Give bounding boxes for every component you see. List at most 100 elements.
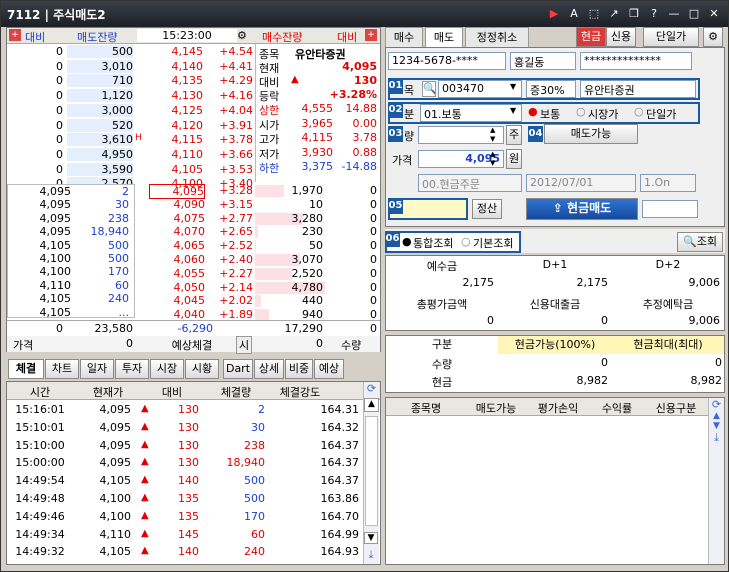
bid-price[interactable]: 4,060 [149,253,206,266]
tick-price: 4,100 [99,509,132,523]
bid-price[interactable]: 4,045 [149,294,206,307]
expand-left-icon[interactable]: + [9,29,21,41]
password-field[interactable]: ************** [580,52,692,70]
tab-7[interactable]: 상세 [254,359,284,379]
tick-qty: 60 [251,527,265,541]
tab-modify-cancel[interactable]: 정정취소 [465,27,529,49]
order-type-select[interactable]: 01.보통 [420,104,522,122]
tab-3[interactable]: 투자 [115,359,149,379]
ask-diff: 0 [56,103,63,117]
bid-diff: 0 [370,266,377,280]
close-icon[interactable]: ✕ [706,6,722,21]
tab-5[interactable]: 시황 [185,359,219,379]
refresh-icon[interactable]: ⟳ [364,382,379,398]
credit-toggle[interactable]: 신용 [606,27,636,47]
trade-price: 4,095 [39,185,72,198]
restore-icon[interactable]: ❐ [626,6,642,21]
scroll-down-icon[interactable]: ▼ [709,421,724,431]
tool-icon[interactable]: ⚙ [237,29,252,42]
minimize-icon[interactable]: — [666,6,682,21]
scroll-up-icon[interactable]: ▲ [364,398,379,412]
radio-normal[interactable]: ● [528,105,538,118]
cash-sell-button[interactable]: ⇪ 현금매도 [526,198,638,220]
ask-price[interactable]: 4,135 [147,74,204,87]
tab-6[interactable]: Dart [223,359,253,379]
ask-price[interactable]: 4,110 [147,148,204,161]
tab-2[interactable]: 일자 [80,359,114,379]
link-icon[interactable]: ↗ [606,6,622,21]
settle-button[interactable]: 정산 [472,199,502,219]
ask-price[interactable]: 4,145 [147,45,204,58]
ask-price[interactable]: 4,125 [147,104,204,117]
bid-price[interactable]: 4,090 [149,198,206,211]
ask-diff: 0 [56,89,63,103]
bid-price[interactable]: 4,055 [149,267,206,280]
trade-price: 4,105 [39,292,72,306]
flag-icon[interactable]: ▶ [546,6,562,21]
search-icon[interactable]: 🔍 [422,81,436,97]
bid-price[interactable]: 4,070 [149,225,206,238]
ask-price[interactable]: 4,130 [147,89,204,102]
scroll-thumb[interactable] [365,416,378,526]
tick-time: 15:00:00 [15,456,65,470]
tick-price: 4,105 [99,545,132,559]
tab-8[interactable]: 비중 [285,359,313,379]
si-button[interactable]: 시 [236,336,252,354]
single-price-button[interactable]: 단일가 [643,27,699,47]
radio-market[interactable]: ○ [576,105,586,118]
tab-9[interactable]: 예상 [314,359,344,379]
ask-change: +4.54 [219,45,253,58]
price-stepper[interactable]: ▲ ▼ [490,150,502,168]
title-bar: 7112 | 주식매도2 ▶ A ⬚ ↗ ❐ ? — □ ✕ [1,1,728,27]
expand-icon[interactable]: ⬚ [586,6,602,21]
ask-price[interactable]: 4,105 [147,163,204,176]
cash-toggle[interactable]: 현금 [576,27,606,47]
expand-right-icon[interactable]: + [365,29,377,41]
tick-time: 14:49:48 [15,492,65,505]
maximize-icon[interactable]: □ [686,6,702,21]
qty-unit-button[interactable]: 주 [506,125,522,145]
bid-price[interactable]: 4,075 [149,212,206,225]
bid-price[interactable]: 4,095 [149,184,205,199]
chevron-down-icon[interactable]: ▼ [510,106,522,115]
up-triangle-icon: ▲ [141,438,149,450]
order-kind-select[interactable]: 00.현금주문 [418,174,522,192]
holdings-scrollbar[interactable]: ⟳ ▲ ▼ ⤓ [708,398,724,564]
tick-scrollbar[interactable]: ⟳ ▲ ▼ ⤓ [363,382,379,564]
tab-0[interactable]: 체결 [8,359,44,379]
date-field[interactable]: 2012/07/01 [526,174,636,192]
tick-col-header: 체결량 [220,386,252,399]
scroll-end-icon[interactable]: ⤓ [709,431,724,445]
price-unit-button[interactable]: 원 [506,149,522,169]
scroll-down-icon[interactable]: ▼ [364,532,378,544]
bid-price[interactable]: 4,065 [149,239,206,252]
sellable-button[interactable]: 매도가능 [544,124,638,144]
tab-sell[interactable]: 매도 [425,27,463,49]
radio-basic[interactable]: ○ [461,235,471,248]
name-field: 홍길동 [510,52,576,70]
font-icon[interactable]: A [566,6,582,21]
refresh-icon[interactable]: ⟳ [709,398,724,411]
radio-integrated[interactable]: ● [402,235,412,248]
ask-qty: 3,590 [67,162,133,176]
settings-icon[interactable]: ⚙ [703,27,723,47]
tick-qty: 238 [244,438,265,452]
tab-1[interactable]: 차트 [45,359,79,379]
sell-extra-field[interactable] [642,200,698,218]
ask-price[interactable]: 4,115 [147,133,204,146]
ask-price[interactable]: 4,120 [147,119,204,132]
tab-buy[interactable]: 매수 [385,27,423,49]
tab-4[interactable]: 시장 [150,359,184,379]
account-field[interactable]: 1234-5678-**** [388,52,506,70]
chevron-down-icon[interactable]: ▼ [510,82,522,91]
days-select[interactable]: 1.On [640,174,696,192]
help-icon[interactable]: ? [646,6,662,21]
scroll-up-icon[interactable]: ▲ [709,411,724,421]
bid-price[interactable]: 4,050 [149,281,206,294]
radio-single[interactable]: ○ [634,105,644,118]
ask-price[interactable]: 4,140 [147,60,204,73]
query-button[interactable]: 🔍조회 [677,232,723,252]
qty-stepper[interactable]: ▲ ▼ [490,126,502,144]
up-triangle-icon: ▲ [141,545,149,557]
scroll-end-icon[interactable]: ⤓ [364,548,378,562]
